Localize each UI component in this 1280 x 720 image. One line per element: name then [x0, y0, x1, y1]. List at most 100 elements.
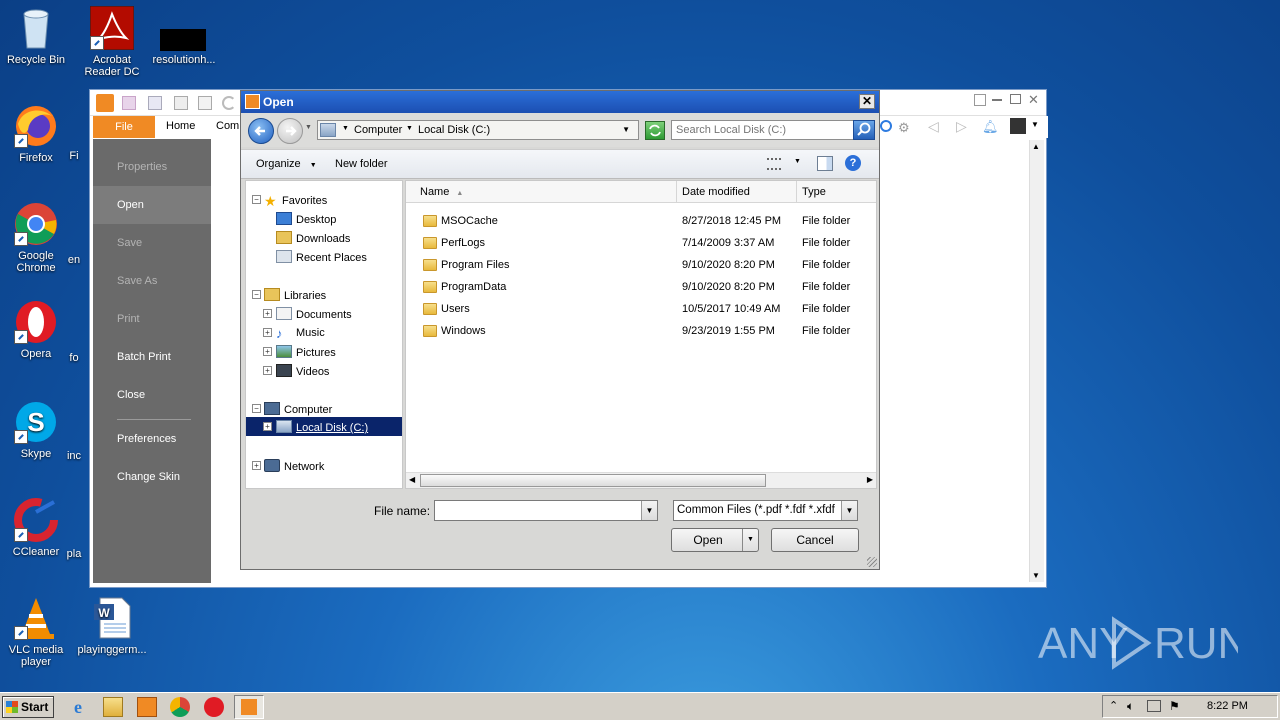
breadcrumb-chevron-icon[interactable]: ▼	[406, 125, 413, 132]
breadcrumb-chevron-icon[interactable]: ▼	[342, 125, 349, 132]
nav-documents[interactable]: Documents	[276, 307, 352, 321]
maximize-icon[interactable]	[1010, 94, 1021, 104]
tab-file[interactable]: File	[93, 116, 155, 138]
nav-downloads[interactable]: Downloads	[276, 231, 350, 245]
taskbar-foxit-button[interactable]	[234, 695, 264, 719]
backstage-print[interactable]: Print	[93, 300, 211, 338]
desktop-icon-resolution[interactable]: resolutionh...	[148, 6, 220, 66]
backstage-preferences[interactable]: Preferences	[93, 420, 211, 458]
start-button[interactable]: Start	[2, 696, 54, 718]
expand-icon[interactable]: +	[263, 309, 272, 318]
undo-icon[interactable]	[222, 96, 236, 110]
view-chevron-icon[interactable]: ▼	[794, 158, 801, 165]
taskbar-ie-icon[interactable]: e	[68, 697, 88, 717]
collapse-icon[interactable]: −	[252, 404, 261, 413]
print-icon[interactable]	[174, 96, 188, 110]
scroll-right-icon[interactable]: ▶	[867, 475, 873, 484]
desktop-icon-word-doc[interactable]: W playinggerm...	[76, 596, 148, 656]
forward-button[interactable]	[277, 118, 303, 144]
desktop-icon-vlc[interactable]: VLC media player	[0, 596, 72, 668]
nav-music[interactable]: ♪ Music	[276, 326, 325, 341]
network-status-icon[interactable]	[1147, 700, 1161, 712]
backstage-close[interactable]: Close	[93, 376, 211, 414]
action-center-flag-icon[interactable]: ⚑	[1169, 699, 1180, 713]
column-type[interactable]: Type	[797, 181, 876, 203]
address-bar[interactable]: ▼ Computer ▼ Local Disk (C:) ▼	[317, 120, 639, 140]
tab-comment[interactable]: Com	[216, 120, 239, 132]
search-button[interactable]	[853, 120, 875, 140]
backstage-open[interactable]: Open	[93, 186, 211, 224]
nav-videos[interactable]: Videos	[276, 364, 329, 378]
scroll-left-icon[interactable]: ◀	[409, 475, 415, 484]
file-row[interactable]: ProgramData 9/10/2020 8:20 PM File folder	[406, 276, 876, 298]
file-row[interactable]: Windows 9/23/2019 1:55 PM File folder	[406, 320, 876, 342]
user-menu-chevron-icon[interactable]: ▼	[1031, 120, 1039, 129]
nav-network[interactable]: Network	[264, 459, 324, 473]
taskbar-chrome-icon[interactable]	[170, 697, 190, 717]
minimize-icon[interactable]	[992, 99, 1002, 101]
nav-libraries[interactable]: Libraries	[264, 288, 326, 302]
view-options-icon[interactable]	[767, 158, 781, 170]
taskbar-opera-icon[interactable]	[204, 697, 224, 717]
breadcrumb-computer[interactable]: Computer	[354, 124, 402, 136]
cancel-button[interactable]: Cancel	[771, 528, 859, 552]
search-icon[interactable]	[880, 120, 892, 132]
horizontal-scrollbar[interactable]: ◀ ▶	[406, 472, 876, 488]
scroll-up-icon[interactable]: ▲	[1032, 142, 1040, 151]
nav-computer[interactable]: Computer	[264, 402, 332, 416]
column-date-modified[interactable]: Date modified	[677, 181, 797, 203]
help-icon[interactable]: ?	[845, 155, 861, 171]
resize-grip-icon[interactable]	[867, 557, 877, 567]
clock[interactable]: 8:22 PM	[1207, 700, 1248, 712]
file-name-dropdown-icon[interactable]: ▼	[641, 501, 657, 520]
backstage-save[interactable]: Save	[93, 224, 211, 262]
expand-icon[interactable]: +	[263, 328, 272, 337]
user-avatar-icon[interactable]	[1010, 118, 1026, 134]
recent-pages-chevron-icon[interactable]: ▼	[305, 124, 312, 131]
taskbar-media-player-icon[interactable]	[137, 697, 157, 717]
nav-favorites[interactable]: ★ Favorites	[264, 193, 327, 209]
open-options-chevron-icon[interactable]: ▼	[742, 529, 758, 551]
restore-ribbon-icon[interactable]	[974, 94, 986, 106]
file-row[interactable]: PerfLogs 7/14/2009 3:37 AM File folder	[406, 232, 876, 254]
nav-recent-places[interactable]: Recent Places	[276, 250, 367, 264]
file-row[interactable]: Users 10/5/2017 10:49 AM File folder	[406, 298, 876, 320]
refresh-button[interactable]	[645, 121, 665, 140]
search-box[interactable]	[671, 120, 875, 140]
tab-home[interactable]: Home	[166, 120, 195, 132]
vertical-scrollbar[interactable]: ▲ ▼	[1029, 140, 1044, 582]
file-name-input[interactable]	[437, 503, 637, 518]
file-row[interactable]: MSOCache 8/27/2018 12:45 PM File folder	[406, 210, 876, 232]
organize-menu[interactable]: Organize ▼	[256, 158, 317, 170]
next-icon[interactable]: ▷	[956, 118, 967, 135]
expand-icon[interactable]: +	[263, 347, 272, 356]
volume-icon[interactable]: 🔈︎	[1127, 699, 1134, 714]
collapse-icon[interactable]: −	[252, 290, 261, 299]
email-icon[interactable]	[198, 96, 212, 110]
backstage-properties[interactable]: Properties	[93, 148, 211, 186]
file-row[interactable]: Program Files 9/10/2020 8:20 PM File folde…	[406, 254, 876, 276]
file-type-dropdown-icon[interactable]: ▼	[841, 501, 857, 520]
desktop-icon-acrobat[interactable]: Acrobat Reader DC	[76, 5, 148, 78]
nav-local-disk-selected[interactable]: + Local Disk (C:)	[246, 417, 402, 436]
address-dropdown-icon[interactable]: ▼	[622, 125, 630, 134]
backstage-change-skin[interactable]: Change Skin	[93, 458, 211, 496]
backstage-batch-print[interactable]: Batch Print	[93, 338, 211, 376]
file-type-select[interactable]: Common Files (*.pdf *.fdf *.xfdf ▼	[673, 500, 858, 521]
dialog-close-button[interactable]: ✕	[859, 94, 875, 109]
back-button[interactable]	[248, 118, 274, 144]
taskbar-explorer-icon[interactable]	[103, 697, 123, 717]
nav-desktop[interactable]: Desktop	[276, 212, 336, 226]
open-button[interactable]: Open ▼	[671, 528, 759, 552]
nav-local-disk[interactable]: Local Disk (C:)	[276, 420, 368, 434]
new-folder-button[interactable]: New folder	[335, 158, 388, 170]
gear-icon[interactable]: ⚙	[898, 120, 910, 136]
previous-icon[interactable]: ◁	[928, 118, 939, 135]
collapse-icon[interactable]: −	[252, 195, 261, 204]
save-icon[interactable]	[148, 96, 162, 110]
notification-bell-icon[interactable]: 🔔︎	[982, 119, 999, 135]
scroll-down-icon[interactable]: ▼	[1032, 571, 1040, 580]
show-hidden-icons-chevron[interactable]: ⌃	[1109, 699, 1118, 712]
scroll-thumb[interactable]	[420, 474, 766, 487]
expand-icon[interactable]: +	[263, 422, 272, 431]
